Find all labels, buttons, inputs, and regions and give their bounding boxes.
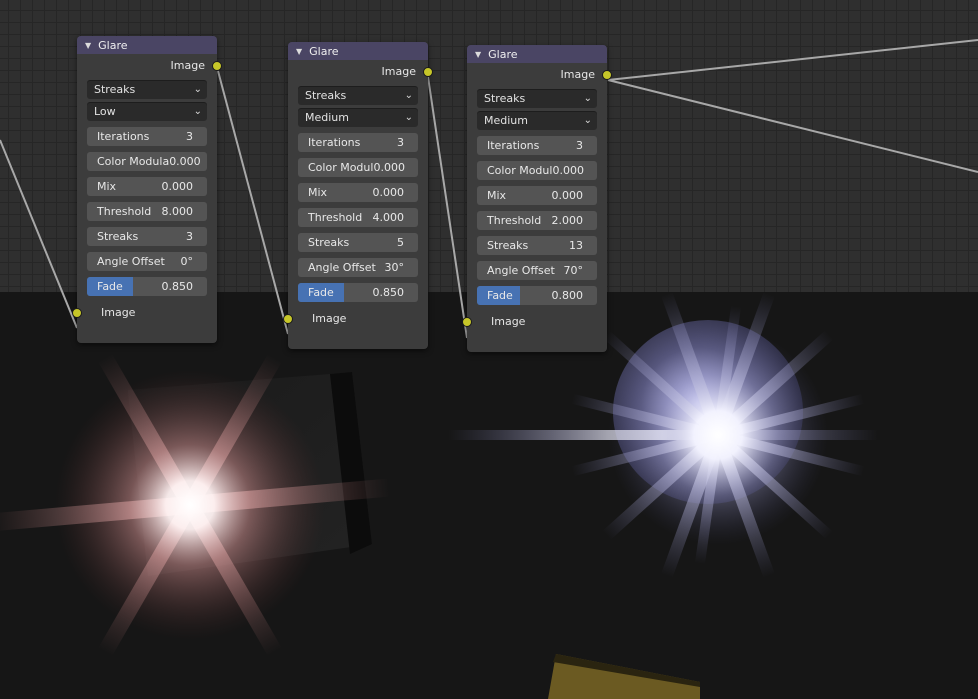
fade-slider[interactable]: Fade 0.850 [87,277,207,296]
streaks-field[interactable]: Streaks 13 [477,236,597,255]
chevron-down-icon: ⌄ [404,112,413,123]
glare-type-dropdown[interactable]: Streaks ⌄ [298,86,418,105]
streaks-field[interactable]: Streaks 5 [298,233,418,252]
output-socket-row: Image [467,63,612,87]
threshold-field[interactable]: Threshold 4.000 [298,208,418,227]
output-label: Image [170,59,205,72]
node-title: Glare [488,47,518,61]
red-glare [55,370,325,640]
glare-node-1[interactable]: ▼ Glare Image Streaks ⌄ Low ⌄ Iterations 3 … [72,36,222,343]
node-header[interactable]: ▼ Glare [77,36,217,54]
input-socket-row: Image [72,302,217,326]
node-header[interactable]: ▼ Glare [288,42,428,60]
chevron-down-icon: ⌄ [583,93,592,104]
node-header[interactable]: ▼ Glare [467,45,607,63]
quality-dropdown[interactable]: Medium ⌄ [298,108,418,127]
output-socket[interactable] [423,67,433,77]
input-socket[interactable] [462,317,472,327]
mix-field[interactable]: Mix 0.000 [87,177,207,196]
chevron-down-icon: ⌄ [404,90,413,101]
threshold-field[interactable]: Threshold 2.000 [477,211,597,230]
output-socket-row: Image [288,60,433,84]
triangle-down-icon[interactable]: ▼ [85,41,91,50]
triangle-down-icon[interactable]: ▼ [296,47,302,56]
node-title: Glare [309,44,339,58]
color-modulation-field[interactable]: Color Modul 0.000 [477,161,597,180]
iterations-field[interactable]: Iterations 3 [87,127,207,146]
output-label: Image [560,68,595,81]
angle-offset-field[interactable]: Angle Offset 0° [87,252,207,271]
glare-type-dropdown[interactable]: Streaks ⌄ [477,89,597,108]
compositor-backdrop [0,292,978,699]
input-socket[interactable] [72,308,82,318]
mix-field[interactable]: Mix 0.000 [477,186,597,205]
output-socket[interactable] [212,61,222,71]
output-socket-row: Image [77,54,222,78]
white-glare [608,325,828,545]
quality-dropdown[interactable]: Medium ⌄ [477,111,597,130]
iterations-field[interactable]: Iterations 3 [298,133,418,152]
input-socket[interactable] [283,314,293,324]
triangle-down-icon[interactable]: ▼ [475,50,481,59]
output-label: Image [381,65,416,78]
fade-slider[interactable]: Fade 0.800 [477,286,597,305]
node-title: Glare [98,38,128,52]
color-modulation-field[interactable]: Color Modula 0.000 [87,152,207,171]
glare-type-dropdown[interactable]: Streaks ⌄ [87,80,207,99]
chevron-down-icon: ⌄ [193,84,202,95]
input-label: Image [312,312,347,325]
iterations-field[interactable]: Iterations 3 [477,136,597,155]
input-socket-row: Image [462,311,607,335]
glare-node-2[interactable]: ▼ Glare Image Streaks ⌄ Medium ⌄ Iteration… [283,42,433,349]
glare-node-3[interactable]: ▼ Glare Image Streaks ⌄ Medium ⌄ Iteration… [462,45,612,352]
fade-slider[interactable]: Fade 0.850 [298,283,418,302]
mix-field[interactable]: Mix 0.000 [298,183,418,202]
chevron-down-icon: ⌄ [193,106,202,117]
output-socket[interactable] [602,70,612,80]
input-label: Image [491,315,526,328]
streaks-field[interactable]: Streaks 3 [87,227,207,246]
quality-dropdown[interactable]: Low ⌄ [87,102,207,121]
input-socket-row: Image [283,308,428,332]
color-modulation-field[interactable]: Color Modul 0.000 [298,158,418,177]
angle-offset-field[interactable]: Angle Offset 70° [477,261,597,280]
input-label: Image [101,306,136,319]
threshold-field[interactable]: Threshold 8.000 [87,202,207,221]
backdrop-render [0,292,878,699]
angle-offset-field[interactable]: Angle Offset 30° [298,258,418,277]
chevron-down-icon: ⌄ [583,115,592,126]
